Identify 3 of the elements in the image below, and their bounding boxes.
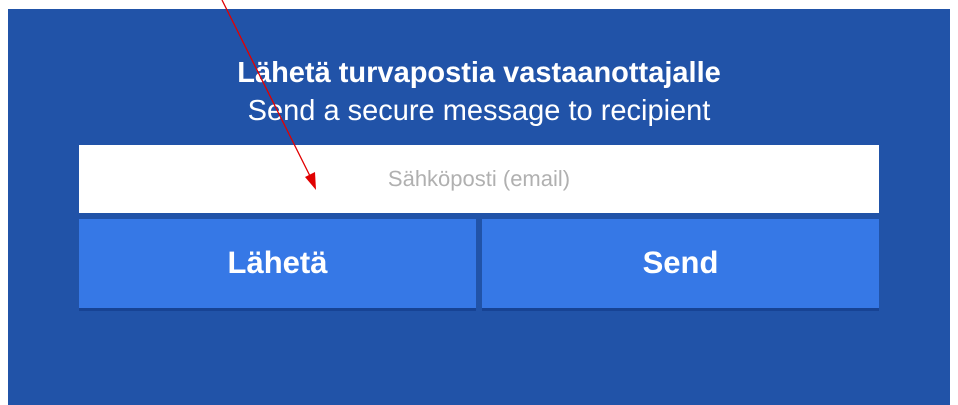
send-button[interactable]: Lähetä	[79, 219, 476, 308]
send-button[interactable]: Send	[482, 219, 879, 308]
email-field[interactable]: Sähköposti (email)	[79, 145, 879, 213]
